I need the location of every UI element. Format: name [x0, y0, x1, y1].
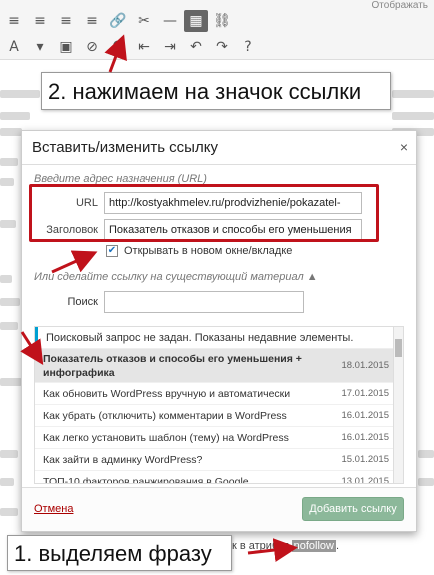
editor-toolbar: ≡ ≡ ≡ ≡ 🔗 ✂ — ▦ ⛓ A ▾ ▣ ⊘ Ω ⇤ ⇥ ↶ ↷? Отображать: [0, 0, 434, 60]
keyboard-icon[interactable]: ▦: [184, 10, 208, 32]
link-icon[interactable]: 🔗: [106, 10, 130, 32]
target-section-label: Введите адрес назначения (URL): [34, 173, 207, 185]
results-list[interactable]: Поисковый запрос не задан. Показаны неда…: [34, 326, 404, 484]
align-left-icon[interactable]: ≡: [2, 10, 26, 32]
toolbar-row-2: A ▾ ▣ ⊘ Ω ⇤ ⇥ ↶ ↷?: [0, 34, 260, 60]
list-item[interactable]: Показатель отказов и способы его уменьше…: [35, 349, 403, 383]
url-row: URL http://kostyakhmelev.ru/prodvizhenie…: [34, 191, 362, 215]
outdent-icon[interactable]: ⇤: [132, 36, 156, 58]
title-input[interactable]: Показатель отказов и способы его уменьше…: [104, 219, 362, 241]
url-label: URL: [75, 197, 98, 209]
list-item[interactable]: ТОП-10 факторов ранжирования в Google 13…: [35, 471, 403, 484]
step2-callout: 2. нажимаем на значок ссылки: [41, 72, 391, 110]
results-scrollbar[interactable]: [393, 327, 403, 483]
list-item[interactable]: Как обновить WordPress вручную и автомат…: [35, 383, 403, 405]
insert-link-dialog: Вставить/изменить ссылку × Введите адрес…: [21, 130, 417, 532]
dialog-footer: Отмена Добавить ссылку: [22, 487, 416, 531]
unlink-icon[interactable]: ✂: [132, 10, 156, 32]
help-icon[interactable]: ?: [236, 36, 260, 58]
selected-phrase[interactable]: nofollow: [291, 540, 336, 552]
new-window-row[interactable]: ✔ Открывать в новом окне/вкладке: [106, 245, 292, 257]
dropdown-icon[interactable]: ▾: [28, 36, 52, 58]
cancel-link[interactable]: Отмена: [34, 503, 73, 515]
search-label: Поиск: [67, 296, 98, 308]
omega-icon[interactable]: Ω: [106, 36, 130, 58]
new-window-label: Открывать в новом окне/вкладке: [124, 245, 293, 257]
list-item[interactable]: Как зайти в админку WordPress? 15.01.201…: [35, 449, 403, 471]
search-row: Поиск: [34, 291, 304, 313]
step1-callout: 1. выделяем фразу: [7, 535, 232, 571]
scrollbar-thumb[interactable]: [395, 339, 402, 357]
top-right-fragment: Отображать: [371, 0, 428, 11]
redo-icon[interactable]: ↷: [210, 36, 234, 58]
clear-format-icon[interactable]: ⊘: [80, 36, 104, 58]
undo-icon[interactable]: ↶: [184, 36, 208, 58]
toolbar-row-1: ≡ ≡ ≡ ≡ 🔗 ✂ — ▦ ⛓: [0, 8, 234, 34]
existing-content-toggle[interactable]: Или сделайте ссылку на существующий мате…: [34, 271, 318, 283]
results-notice: Поисковый запрос не задан. Показаны неда…: [35, 327, 403, 349]
list-item[interactable]: Как убрать (отключить) комментарии в Wor…: [35, 405, 403, 427]
bottom-text-fragment: к в атрибут nofollow.: [232, 540, 340, 552]
search-input[interactable]: [104, 291, 304, 313]
dialog-title: Вставить/изменить ссылку: [22, 131, 416, 165]
align-center-icon[interactable]: ≡: [28, 10, 52, 32]
title-label: Заголовок: [46, 224, 98, 236]
add-link-button[interactable]: Добавить ссылку: [302, 497, 404, 521]
align-justify-icon[interactable]: ≡: [80, 10, 104, 32]
text-color-icon[interactable]: A: [2, 36, 26, 58]
list-item[interactable]: Как легко установить шаблон (тему) на Wo…: [35, 427, 403, 449]
more-tag-icon[interactable]: —: [158, 10, 182, 32]
align-right-icon[interactable]: ≡: [54, 10, 78, 32]
new-window-checkbox[interactable]: ✔: [106, 245, 118, 257]
close-icon[interactable]: ×: [400, 139, 408, 155]
indent-icon[interactable]: ⇥: [158, 36, 182, 58]
chain-icon[interactable]: ⛓: [210, 10, 234, 32]
paste-text-icon[interactable]: ▣: [54, 36, 78, 58]
title-row: Заголовок Показатель отказов и способы е…: [34, 218, 362, 242]
url-input[interactable]: http://kostyakhmelev.ru/prodvizhenie/pok…: [104, 192, 362, 214]
